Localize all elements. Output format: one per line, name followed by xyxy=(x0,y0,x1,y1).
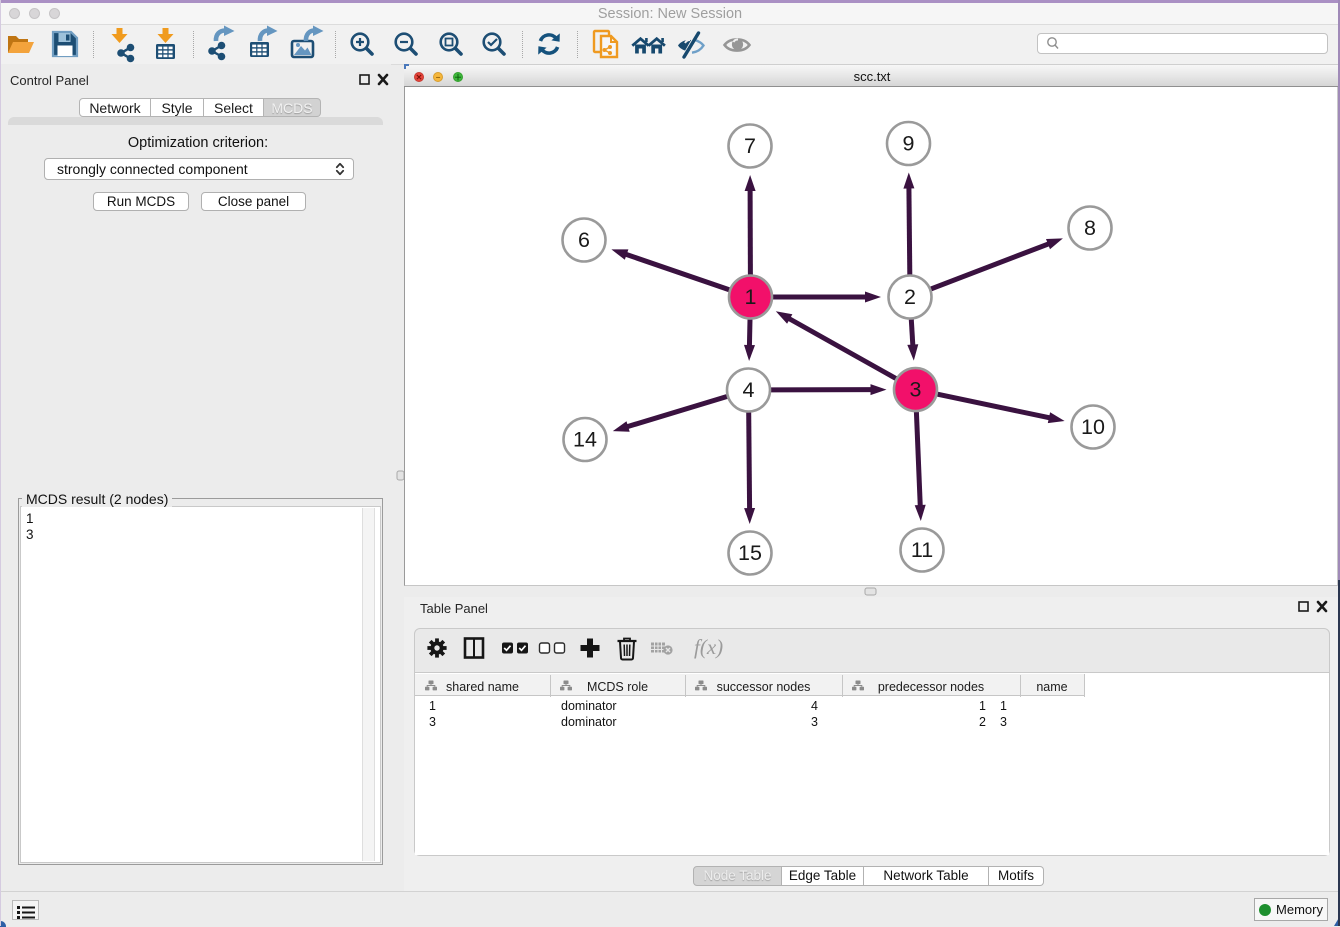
svg-text:8: 8 xyxy=(1084,216,1096,240)
svg-text:7: 7 xyxy=(744,134,756,158)
svg-text:2: 2 xyxy=(904,285,916,309)
svg-text:f(x): f(x) xyxy=(694,635,723,659)
svg-text:14: 14 xyxy=(573,428,597,452)
svg-text:1: 1 xyxy=(745,285,757,309)
svg-text:4: 4 xyxy=(743,378,755,402)
svg-text:15: 15 xyxy=(738,541,762,565)
svg-text:11: 11 xyxy=(911,538,933,562)
svg-text:3: 3 xyxy=(910,378,922,402)
svg-text:6: 6 xyxy=(578,228,590,252)
svg-text:10: 10 xyxy=(1081,415,1105,439)
svg-text:9: 9 xyxy=(903,132,915,156)
